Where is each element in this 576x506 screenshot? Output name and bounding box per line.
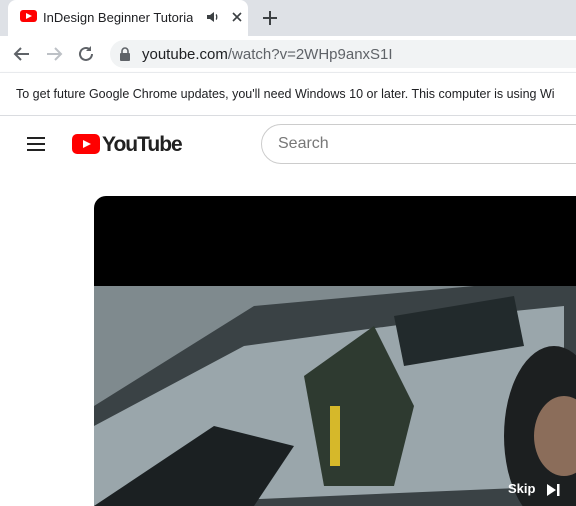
youtube-logo[interactable]: YouTube bbox=[72, 133, 183, 156]
speaker-icon[interactable] bbox=[205, 9, 221, 25]
update-infobar: To get future Google Chrome updates, you… bbox=[0, 72, 576, 116]
arrow-right-icon[interactable] bbox=[42, 42, 66, 66]
video-player[interactable]: Skip bbox=[94, 196, 576, 506]
search-box[interactable] bbox=[261, 124, 576, 164]
youtube-header: YouTube bbox=[0, 116, 576, 172]
arrow-left-icon[interactable] bbox=[10, 42, 34, 66]
address-url: youtube.com/watch?v=2WHp9anxS1I bbox=[142, 46, 393, 63]
hamburger-menu-icon[interactable] bbox=[24, 132, 48, 156]
youtube-favicon-icon bbox=[20, 10, 37, 22]
infobar-text: To get future Google Chrome updates, you… bbox=[16, 87, 555, 101]
skip-ad-button[interactable]: Skip bbox=[508, 480, 560, 498]
browser-toolbar: youtube.com/watch?v=2WHp9anxS1I bbox=[0, 36, 576, 72]
browser-tab-strip: InDesign Beginner Tutorial - bbox=[0, 0, 576, 36]
lock-icon[interactable] bbox=[119, 47, 131, 61]
url-domain: youtube.com bbox=[142, 46, 228, 63]
youtube-play-icon bbox=[72, 134, 100, 154]
video-frame bbox=[94, 286, 576, 506]
reload-icon[interactable] bbox=[74, 42, 98, 66]
browser-tab[interactable]: InDesign Beginner Tutorial - bbox=[8, 0, 248, 36]
tab-title: InDesign Beginner Tutorial - bbox=[43, 10, 193, 25]
new-tab-plus-icon[interactable] bbox=[258, 6, 282, 30]
address-bar[interactable]: youtube.com/watch?v=2WHp9anxS1I bbox=[110, 40, 576, 68]
search-input[interactable] bbox=[278, 133, 576, 155]
logo-wordmark: YouTube bbox=[102, 133, 183, 156]
close-icon[interactable] bbox=[229, 9, 245, 25]
skip-label: Skip bbox=[508, 481, 536, 496]
url-path: /watch?v=2WHp9anxS1I bbox=[227, 46, 393, 63]
